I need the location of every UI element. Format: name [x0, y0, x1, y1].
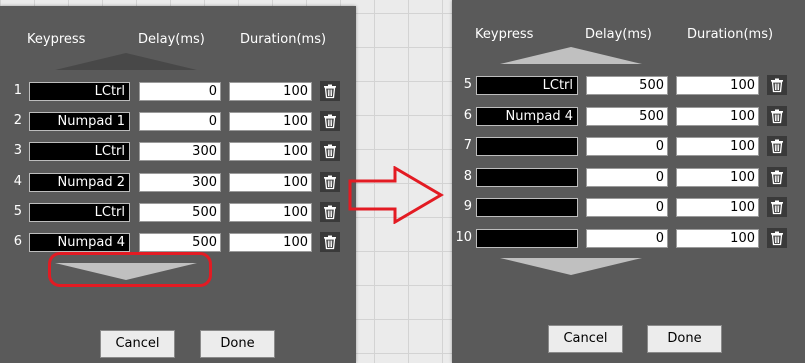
- header-duration: Duration(ms): [687, 27, 774, 42]
- duration-field[interactable]: 100: [676, 198, 759, 218]
- duration-field[interactable]: 100: [229, 142, 312, 162]
- duration-field[interactable]: 100: [676, 137, 759, 157]
- duration-field[interactable]: 100: [229, 112, 312, 132]
- delay-field[interactable]: 500: [586, 76, 668, 95]
- keypress-field[interactable]: [476, 167, 578, 187]
- delay-field[interactable]: 500: [139, 202, 221, 222]
- trash-icon: [320, 204, 340, 220]
- delete-row-button[interactable]: [320, 141, 340, 162]
- row-number: 2: [13, 113, 22, 129]
- row-number: 3: [13, 143, 22, 159]
- keypress-field[interactable]: LCtrl: [476, 76, 578, 95]
- scroll-up-arrow[interactable]: [500, 47, 642, 64]
- done-label: Done: [220, 336, 255, 351]
- trash-icon: [320, 83, 340, 99]
- delete-row-button[interactable]: [767, 105, 787, 126]
- red-arrow-icon: [348, 166, 444, 224]
- delete-row-button[interactable]: [767, 75, 787, 95]
- cancel-label: Cancel: [115, 336, 160, 351]
- row-number: 6: [463, 107, 472, 123]
- duration-field[interactable]: 100: [676, 167, 759, 187]
- delay-field[interactable]: 0: [139, 82, 221, 101]
- delay-field[interactable]: 300: [139, 172, 221, 192]
- trash-icon: [320, 143, 340, 159]
- cancel-label: Cancel: [563, 331, 608, 346]
- cancel-button[interactable]: Cancel: [100, 330, 175, 358]
- trash-icon: [320, 113, 340, 129]
- trash-icon: [767, 169, 787, 185]
- macro-editor-panel-before: Keypress Delay(ms) Duration(ms) 1 LCtrl 0 1…: [0, 6, 356, 363]
- delay-field[interactable]: 500: [586, 106, 668, 126]
- row-number: 6: [13, 234, 22, 249]
- duration-field[interactable]: 100: [676, 106, 759, 126]
- cancel-button[interactable]: Cancel: [548, 325, 623, 353]
- row-number: 10: [455, 230, 472, 245]
- header-delay: Delay(ms): [585, 27, 652, 42]
- keypress-field[interactable]: Numpad 1: [29, 112, 130, 132]
- duration-field[interactable]: 100: [229, 82, 312, 101]
- header-keypress: Keypress: [27, 32, 86, 47]
- delay-field[interactable]: 300: [139, 142, 221, 162]
- trash-icon: [767, 108, 787, 124]
- keypress-field[interactable]: LCtrl: [29, 202, 130, 222]
- header-duration: Duration(ms): [240, 32, 327, 47]
- row-number: 1: [13, 83, 22, 98]
- scroll-down-highlight: [48, 252, 212, 287]
- keypress-field[interactable]: Numpad 4: [29, 233, 130, 252]
- trash-icon: [767, 199, 787, 215]
- duration-field[interactable]: 100: [676, 229, 759, 248]
- keypress-field[interactable]: LCtrl: [29, 142, 130, 162]
- duration-field[interactable]: 100: [229, 233, 312, 252]
- keypress-field[interactable]: Numpad 4: [476, 106, 578, 126]
- header-delay: Delay(ms): [138, 32, 205, 47]
- delete-row-button[interactable]: [767, 166, 787, 187]
- row-number: 5: [13, 203, 22, 219]
- scroll-down-arrow[interactable]: [500, 258, 642, 275]
- row-number: 5: [463, 77, 472, 92]
- header-keypress: Keypress: [475, 27, 534, 42]
- keypress-field[interactable]: [476, 198, 578, 218]
- row-number: 7: [463, 138, 472, 154]
- delete-row-button[interactable]: [320, 81, 340, 101]
- done-button[interactable]: Done: [200, 330, 275, 358]
- delete-row-button[interactable]: [767, 197, 787, 218]
- delete-row-button[interactable]: [767, 136, 787, 157]
- keypress-field[interactable]: Numpad 2: [29, 172, 130, 192]
- row-number: 4: [13, 173, 22, 189]
- done-label: Done: [667, 331, 702, 346]
- delete-row-button[interactable]: [320, 232, 340, 252]
- trash-icon: [767, 230, 787, 246]
- delay-field[interactable]: 0: [139, 112, 221, 132]
- scroll-up-arrow[interactable]: [55, 53, 197, 70]
- delete-row-button[interactable]: [320, 171, 340, 192]
- row-number: 9: [463, 199, 472, 215]
- done-button[interactable]: Done: [647, 325, 722, 353]
- keypress-field[interactable]: [476, 229, 578, 248]
- delay-field[interactable]: 0: [586, 167, 668, 187]
- delay-field[interactable]: 500: [139, 233, 221, 252]
- trash-icon: [320, 234, 340, 250]
- trash-icon: [767, 77, 787, 93]
- delay-field[interactable]: 0: [586, 229, 668, 248]
- duration-field[interactable]: 100: [676, 76, 759, 95]
- macro-editor-panel-after: Keypress Delay(ms) Duration(ms) 5 LCtrl 50…: [452, 0, 805, 363]
- delete-row-button[interactable]: [767, 228, 787, 248]
- delete-row-button[interactable]: [320, 201, 340, 222]
- trash-icon: [767, 138, 787, 154]
- trash-icon: [320, 174, 340, 190]
- row-number: 8: [463, 168, 472, 184]
- keypress-field[interactable]: [476, 137, 578, 157]
- duration-field[interactable]: 100: [229, 202, 312, 222]
- delay-field[interactable]: 0: [586, 137, 668, 157]
- keypress-field[interactable]: LCtrl: [29, 82, 130, 101]
- delay-field[interactable]: 0: [586, 198, 668, 218]
- duration-field[interactable]: 100: [229, 172, 312, 192]
- delete-row-button[interactable]: [320, 111, 340, 132]
